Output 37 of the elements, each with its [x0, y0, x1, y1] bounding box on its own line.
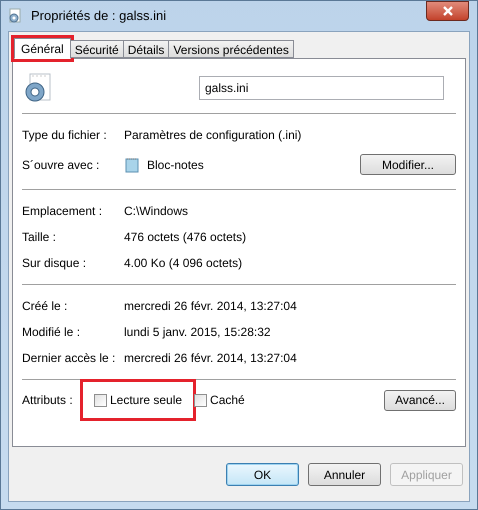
modify-button[interactable]: Modifier... — [360, 154, 456, 175]
close-icon — [442, 6, 454, 16]
field-value: Bloc-notes — [147, 156, 204, 174]
field-label: Taille : — [22, 229, 58, 246]
dialog-button[interactable]: Annuler — [308, 463, 381, 486]
checkbox-label: Lecture seule — [110, 392, 182, 409]
advanced-button[interactable]: Avancé... — [384, 390, 456, 410]
tab[interactable]: Détails — [124, 40, 170, 58]
dialog-button[interactable]: OK — [226, 463, 299, 486]
field-label: Type du fichier : — [22, 127, 108, 144]
field-value: mercredi 26 févr. 2014, 13:27:04 — [124, 298, 297, 315]
field-value: Paramètres de configuration (.ini) — [124, 127, 302, 144]
checkbox-option[interactable]: Caché — [194, 391, 245, 409]
checkbox-label: Caché — [210, 392, 245, 409]
field-label: Modifié le : — [22, 324, 82, 341]
field-label: Créé le : — [22, 298, 68, 315]
field-value: mercredi 26 févr. 2014, 13:27:04 — [124, 350, 297, 367]
window-title: Propriétés de : galss.ini — [31, 7, 166, 26]
file-name-field[interactable]: galss.ini — [199, 76, 444, 100]
notepad-icon — [124, 156, 140, 172]
field-value: lundi 5 janv. 2015, 15:28:32 — [124, 324, 271, 341]
field-label: Emplacement : — [22, 203, 104, 220]
checkbox-option[interactable]: Lecture seule — [92, 391, 184, 409]
tab[interactable]: Versions précédentes — [169, 40, 294, 58]
field-label: Dernier accès le : — [22, 350, 116, 367]
field-label: S´ouvre avec : — [22, 156, 100, 174]
gear-file-icon — [7, 8, 23, 24]
close-button[interactable] — [426, 1, 469, 21]
checkbox[interactable] — [194, 394, 208, 406]
field-value: 4.00 Ko (4 096 octets) — [124, 255, 242, 272]
field-label: Sur disque : — [22, 255, 88, 272]
tab[interactable]: Général — [14, 38, 71, 59]
field-value: C:\Windows — [124, 203, 188, 220]
field-label: Attributs : — [22, 392, 74, 409]
field-value: 476 octets (476 octets) — [124, 229, 246, 246]
checkbox[interactable] — [94, 394, 107, 406]
tab[interactable]: Sécurité — [70, 40, 124, 58]
